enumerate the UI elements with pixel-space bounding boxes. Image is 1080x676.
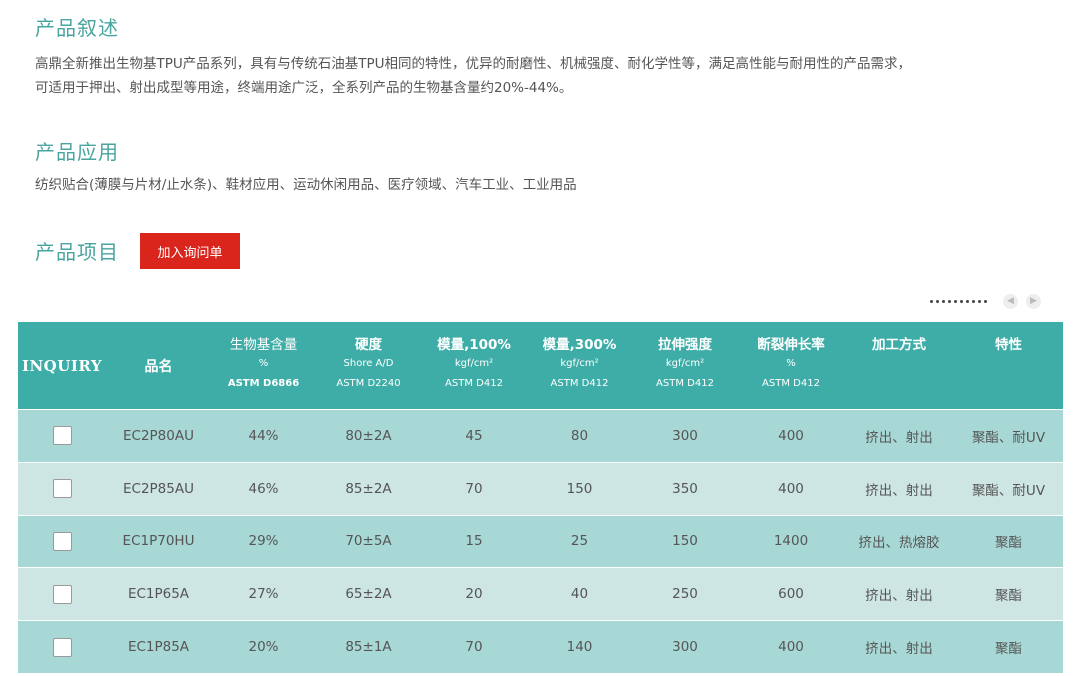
table-row: EC1P85A 20% 85±1A 70 140 300 400 挤出、射出 聚… <box>18 620 1063 673</box>
modulus-100: 15 <box>421 514 527 568</box>
inquiry-checkbox[interactable] <box>52 426 72 446</box>
bio-content: 20% <box>211 620 316 673</box>
modulus-100: 70 <box>421 620 527 673</box>
header-process: 加工方式 <box>844 322 954 410</box>
modulus-300: 80 <box>527 409 632 463</box>
header-features: 特性 <box>954 322 1063 410</box>
overview-line-1: 高鼎全新推出生物基TPU产品系列，具有与传统石油基TPU相同的特性，优异的耐磨性… <box>35 56 912 72</box>
process: 挤出、射出 <box>844 461 954 516</box>
pager-dot[interactable] <box>978 299 981 303</box>
items-title: 产品项目 <box>35 240 119 264</box>
applications-title: 产品应用 <box>35 140 119 164</box>
inquiry-cell <box>18 409 106 463</box>
pager-dot[interactable] <box>984 299 987 303</box>
table-pager: ◀ ▶ <box>930 292 1041 310</box>
hardness: 80±2A <box>316 409 421 463</box>
pager-dot[interactable] <box>942 299 945 303</box>
header-elongation: 断裂伸长率 % ASTM D412 <box>738 322 844 410</box>
pager-dot[interactable] <box>948 299 951 303</box>
process: 挤出、热熔胶 <box>844 514 954 568</box>
hardness: 70±5A <box>316 514 421 568</box>
process: 挤出、射出 <box>844 409 954 463</box>
elongation: 400 <box>738 461 844 516</box>
overview-title: 产品叙述 <box>35 16 119 40</box>
elongation: 400 <box>738 409 844 463</box>
tensile-strength: 150 <box>632 514 738 568</box>
header-modulus-100: 模量,100% kgf/cm² ASTM D412 <box>421 322 527 410</box>
tensile-strength: 300 <box>632 409 738 463</box>
tensile-strength: 350 <box>632 461 738 516</box>
tensile-strength: 300 <box>632 620 738 673</box>
header-hardness: 硬度 Shore A/D ASTM D2240 <box>316 322 421 410</box>
features: 聚酯、耐UV <box>954 461 1063 516</box>
pager-dot[interactable] <box>930 299 933 303</box>
modulus-300: 25 <box>527 514 632 568</box>
inquiry-cell <box>18 514 106 568</box>
header-inquiry: INQUIRY <box>18 322 106 410</box>
bio-content: 46% <box>211 461 316 516</box>
pager-dots[interactable] <box>930 299 987 303</box>
elongation: 1400 <box>738 514 844 568</box>
product-name: EC2P85AU <box>106 461 211 516</box>
pager-dot[interactable] <box>966 299 969 303</box>
add-inquiry-button[interactable]: 加入询问单 <box>140 233 240 269</box>
product-table: INQUIRY 品名 生物基含量 % ASTM D6866 硬度 Shore A… <box>18 322 1063 673</box>
overview-text: 高鼎全新推出生物基TPU产品系列，具有与传统石油基TPU相同的特性，优异的耐磨性… <box>35 52 1055 100</box>
hardness: 65±2A <box>316 567 421 621</box>
bio-content: 27% <box>211 567 316 621</box>
elongation: 400 <box>738 620 844 673</box>
applications-text: 纺织贴合(薄膜与片材/止水条)、鞋材应用、运动休闲用品、医疗领域、汽车工业、工业… <box>35 177 577 193</box>
table-row: EC1P65A 27% 65±2A 20 40 250 600 挤出、射出 聚酯 <box>18 567 1063 621</box>
modulus-100: 45 <box>421 409 527 463</box>
modulus-100: 20 <box>421 567 527 621</box>
table-row: EC1P70HU 29% 70±5A 15 25 150 1400 挤出、热熔胶… <box>18 514 1063 568</box>
table-header-row: INQUIRY 品名 生物基含量 % ASTM D6866 硬度 Shore A… <box>18 322 1063 410</box>
overview-line-2: 可适用于押出、射出成型等用途，终端用途广泛，全系列产品的生物基含量约20%-44… <box>35 80 573 96</box>
bio-content: 29% <box>211 514 316 568</box>
hardness: 85±2A <box>316 461 421 516</box>
bio-content: 44% <box>211 409 316 463</box>
pager-dot[interactable] <box>936 299 939 303</box>
inquiry-checkbox[interactable] <box>52 531 72 551</box>
chevron-left-icon[interactable]: ◀ <box>1003 293 1018 309</box>
inquiry-cell <box>18 620 106 673</box>
pager-dot[interactable] <box>960 299 963 303</box>
chevron-right-icon[interactable]: ▶ <box>1026 293 1041 309</box>
product-name: EC1P65A <box>106 567 211 621</box>
product-name: EC1P85A <box>106 620 211 673</box>
header-name: 品名 <box>106 322 211 410</box>
header-tensile-strength: 拉伸强度 kgf/cm² ASTM D412 <box>632 322 738 410</box>
modulus-300: 150 <box>527 461 632 516</box>
tensile-strength: 250 <box>632 567 738 621</box>
pager-dot[interactable] <box>954 299 957 303</box>
features: 聚酯 <box>954 620 1063 673</box>
process: 挤出、射出 <box>844 620 954 673</box>
elongation: 600 <box>738 567 844 621</box>
pager-dot[interactable] <box>972 299 975 303</box>
product-name: EC2P80AU <box>106 409 211 463</box>
table-row: EC2P80AU 44% 80±2A 45 80 300 400 挤出、射出 聚… <box>18 409 1063 463</box>
modulus-100: 70 <box>421 461 527 516</box>
features: 聚酯、耐UV <box>954 409 1063 463</box>
hardness: 85±1A <box>316 620 421 673</box>
inquiry-checkbox[interactable] <box>52 584 72 604</box>
inquiry-checkbox[interactable] <box>52 637 72 657</box>
process: 挤出、射出 <box>844 567 954 621</box>
modulus-300: 140 <box>527 620 632 673</box>
table-row: EC2P85AU 46% 85±2A 70 150 350 400 挤出、射出 … <box>18 461 1063 516</box>
inquiry-cell <box>18 567 106 621</box>
modulus-300: 40 <box>527 567 632 621</box>
header-modulus-300: 模量,300% kgf/cm² ASTM D412 <box>527 322 632 410</box>
header-bio-content: 生物基含量 % ASTM D6866 <box>211 322 316 410</box>
features: 聚酯 <box>954 567 1063 621</box>
product-name: EC1P70HU <box>106 514 211 568</box>
features: 聚酯 <box>954 514 1063 568</box>
inquiry-checkbox[interactable] <box>52 479 72 499</box>
inquiry-cell <box>18 461 106 516</box>
